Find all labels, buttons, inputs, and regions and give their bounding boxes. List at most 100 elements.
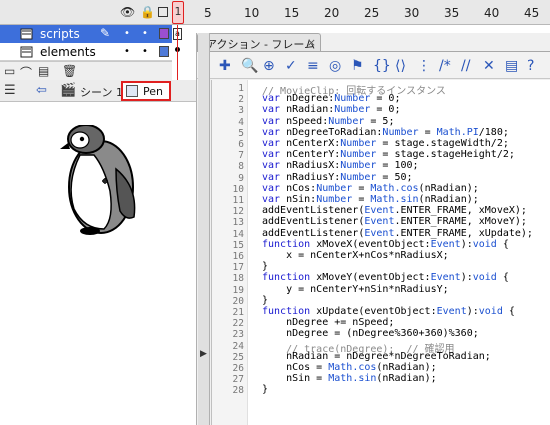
playhead-line: [177, 25, 178, 80]
line-number: 1: [238, 83, 244, 94]
layer-outline-color[interactable]: [159, 28, 169, 39]
actions-panel: アクション - フレーム × ✚ 🔍 ⊕ ✓ ≡ ◎ ⚑{} ⟨⟩ ⋮/*//✕ ▤? 12345…: [196, 33, 550, 425]
comment-line-icon[interactable]: //: [461, 58, 470, 74]
lock-icon[interactable]: 🔒: [140, 5, 155, 19]
layer-elements[interactable]: elements • •: [0, 43, 172, 61]
code-line[interactable]: nDegree = (nDegree%360+360)%360;: [262, 328, 479, 339]
code-line[interactable]: var nCos:Number = Math.cos(nRadian);: [262, 183, 479, 194]
stage[interactable]: [0, 103, 196, 425]
code-line[interactable]: }: [262, 384, 268, 395]
timeline-toggle-icon[interactable]: ☰: [4, 83, 16, 98]
line-number: 25: [232, 351, 244, 363]
line-number: 17: [232, 262, 244, 274]
code-line[interactable]: y = nCenterY+nSin*nRadiusY;: [262, 284, 449, 295]
visibility-dot[interactable]: •: [124, 46, 130, 57]
layer-name: scripts: [40, 27, 80, 41]
lock-dot[interactable]: •: [142, 46, 148, 57]
line-number: 7: [238, 150, 244, 162]
ruler-frame-number: 20: [324, 6, 340, 20]
code-line[interactable]: x = nCenterX+nCos*nRadiusX;: [262, 250, 449, 261]
line-number: 27: [232, 374, 244, 386]
pencil-icon: ✎: [100, 26, 111, 40]
tab-title: アクション - フレーム: [206, 38, 316, 51]
code-line[interactable]: var nCenterY:Number = stage.stageHeight/…: [262, 149, 515, 160]
code-line[interactable]: var nDegreeToRadian:Number = Math.PI/180…: [262, 127, 509, 138]
code-line[interactable]: nSin = Math.sin(nRadian);: [262, 373, 437, 384]
line-number-gutter: 1 2 3 4 5 6 7 8 9 10 11 12 13 14 15 16 17 18 19 20 21 22 23 24 2…: [212, 80, 248, 425]
line-number: 19: [232, 284, 244, 296]
ruler-frame-number: 5: [204, 6, 212, 20]
line-number: 15: [232, 239, 244, 251]
code-line[interactable]: nDegree += nSpeed;: [262, 317, 394, 328]
code-line[interactable]: addEventListener(Event.ENTER_FRAME, xMov…: [262, 216, 527, 227]
frame-ruler[interactable]: 5 10 15 20 25 30 35 40 45: [182, 0, 550, 25]
auto-format-icon[interactable]: ≡: [307, 58, 319, 74]
code-line[interactable]: var nDegree:Number = 0;: [262, 93, 400, 104]
playhead-frame-number: 1: [174, 5, 182, 18]
debug-icon[interactable]: ⚑: [351, 58, 364, 74]
line-number: 9: [238, 172, 244, 184]
check-syntax-icon[interactable]: ✓: [285, 58, 297, 74]
show-hide-toolbox-icon[interactable]: ▤: [505, 58, 518, 74]
collapse-between-braces-icon[interactable]: {}: [373, 58, 391, 74]
line-number: 18: [232, 273, 244, 285]
script-editor[interactable]: 1 2 3 4 5 6 7 8 9 10 11 12 13 14 15 16 17 18 19 20 21 22 23 24 2…: [211, 80, 550, 425]
timeline-header: 👁 🔒 1 5 10 15 20 25 30 35 40 45: [0, 0, 550, 25]
code-line[interactable]: addEventListener(Event.ENTER_FRAME, xMov…: [262, 205, 527, 216]
line-number: 13: [232, 217, 244, 229]
line-number: 6: [238, 139, 244, 150]
delete-layer-icon[interactable]: 🗑: [62, 64, 77, 78]
expand-all-icon[interactable]: ⋮: [417, 58, 431, 74]
actions-panel-tab[interactable]: アクション - フレーム ×: [197, 33, 321, 51]
add-motion-guide-icon[interactable]: ⌒: [20, 64, 32, 81]
ruler-frame-number: 15: [284, 6, 300, 20]
comment-block-icon[interactable]: /*: [439, 58, 451, 74]
close-icon[interactable]: ×: [307, 36, 316, 49]
code-line[interactable]: addEventListener(Event.ENTER_FRAME, xUpd…: [262, 228, 533, 239]
code-line[interactable]: var nRadian:Number = 0;: [262, 104, 400, 115]
panel-collapse-handle[interactable]: ▶: [198, 33, 210, 425]
code-line[interactable]: var nRadiusY:Number = 50;: [262, 172, 413, 183]
code-line[interactable]: var nCenterX:Number = stage.stageWidth/2…: [262, 138, 509, 149]
visibility-dot[interactable]: •: [124, 28, 130, 39]
penguin-illustration[interactable]: [58, 125, 148, 237]
scene-icon: 🎬: [60, 83, 77, 98]
code-line[interactable]: var nSin:Number = Math.sin(nRadian);: [262, 194, 479, 205]
code-line[interactable]: nCos = Math.cos(nRadian);: [262, 362, 437, 373]
code-line[interactable]: }: [262, 261, 268, 272]
line-number: 23: [232, 329, 244, 341]
help-icon[interactable]: ?: [527, 58, 534, 74]
find-icon[interactable]: 🔍: [241, 58, 258, 74]
collapse-arrow-icon[interactable]: ▶: [200, 349, 207, 359]
uncomment-icon[interactable]: ✕: [483, 58, 495, 74]
line-number: 26: [232, 363, 244, 374]
eye-icon[interactable]: 👁: [120, 5, 135, 19]
collapse-selection-icon[interactable]: ⟨⟩: [395, 58, 406, 74]
line-number: 16: [232, 251, 244, 262]
new-layer-icon[interactable]: ▭: [4, 64, 15, 78]
lock-dot[interactable]: •: [142, 28, 148, 39]
layer-icon: [20, 28, 33, 40]
new-folder-icon[interactable]: ▤: [38, 64, 49, 78]
line-number: 12: [232, 206, 244, 218]
add-icon[interactable]: ✚: [219, 58, 231, 74]
line-number: 5: [238, 127, 244, 139]
code-line[interactable]: var nRadiusX:Number = 100;: [262, 160, 419, 171]
frame-column-1[interactable]: a: [172, 25, 184, 80]
outline-icon[interactable]: [158, 7, 168, 17]
movieclip-icon: [126, 85, 138, 97]
scene-breadcrumb[interactable]: シーン 1: [80, 84, 123, 100]
code-line[interactable]: var nSpeed:Number = 5;: [262, 116, 394, 127]
layer-outline-color[interactable]: [159, 46, 169, 57]
code-line[interactable]: function xUpdate(eventObject:Event):void…: [262, 306, 515, 317]
layer-scripts[interactable]: scripts ✎ • •: [0, 25, 172, 43]
code-line[interactable]: function xMoveX(eventObject:Event):void …: [262, 239, 509, 250]
back-arrow-icon[interactable]: ⇦: [36, 83, 47, 98]
code-line[interactable]: nRadian = nDegree*nDegreeToRadian;: [262, 351, 491, 362]
code-hint-icon[interactable]: ◎: [329, 58, 341, 74]
symbol-breadcrumb-pen[interactable]: Pen: [121, 81, 171, 101]
ruler-frame-number: 10: [244, 6, 260, 20]
target-icon[interactable]: ⊕: [263, 58, 275, 74]
code-line[interactable]: }: [262, 295, 268, 306]
code-line[interactable]: function xMoveY(eventObject:Event):void …: [262, 272, 509, 283]
